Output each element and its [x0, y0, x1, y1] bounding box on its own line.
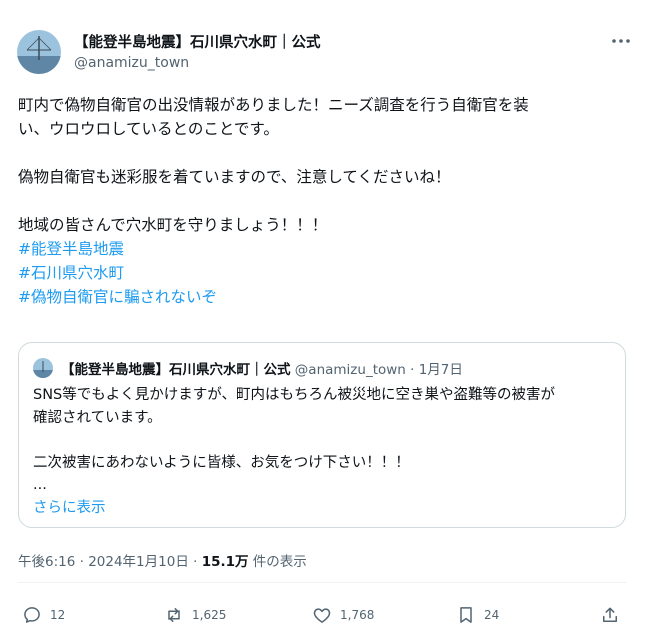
quote-author-name[interactable]: 【能登半島地震】石川県穴水町｜公式: [61, 362, 291, 378]
more-options-icon[interactable]: [609, 33, 633, 47]
quote-line: SNS等でもよく見かけますが、町内はもちろん被災地に空き巣や盗難等の被害が: [33, 387, 555, 403]
bookmark-button[interactable]: 24: [456, 604, 499, 626]
quote-avatar[interactable]: [33, 358, 53, 378]
quoted-tweet[interactable]: 【能登半島地震】石川県穴水町｜公式 @anamizu_town · 1月7日 S…: [18, 342, 626, 528]
views-suffix: 件の表示: [248, 554, 307, 570]
reply-icon: [24, 607, 40, 623]
reply-count: 12: [50, 608, 66, 622]
retweet-count: 1,625: [192, 608, 227, 622]
tweet-timestamp: 午後6:16 · 2024年1月10日 · 15.1万 件の表示: [18, 550, 307, 570]
avatar-image: [17, 30, 61, 74]
hashtag-link[interactable]: #偽物自衛官に騙されないぞ: [18, 285, 633, 309]
quote-meta: @anamizu_town · 1月7日: [294, 362, 463, 378]
avatar[interactable]: [17, 30, 61, 74]
share-button[interactable]: [600, 604, 620, 626]
quote-text: SNS等でもよく見かけますが、町内はもちろん被災地に空き巣や盗難等の被害が 確認…: [33, 384, 618, 497]
show-more-link[interactable]: さらに表示: [33, 496, 106, 517]
tweet-line: 地域の皆さんで穴水町を守りましょう！！！: [18, 216, 328, 234]
tweet-line: 偽物自衛官も迷彩服を着ていますので、注意してくださいね！: [18, 168, 451, 186]
bookmark-count: 24: [484, 608, 500, 622]
heart-icon: [313, 608, 331, 623]
author-handle[interactable]: @anamizu_town: [74, 55, 189, 71]
tweet-text: 町内で偽物自衛官の出没情報がありました！ニーズ調査を行う自衛官を装 い、ウロウロ…: [18, 93, 633, 309]
quote-line: 二次被害にあわないように皆様、お気をつけ下さい！！！: [33, 454, 410, 471]
tweet-line: い、ウロウロしているとのことです。: [18, 120, 279, 138]
hashtag-link[interactable]: #能登半島地震: [18, 237, 633, 261]
reply-button[interactable]: 12: [22, 604, 65, 626]
hashtag-link[interactable]: #石川県穴水町: [18, 261, 633, 285]
view-count: 15.1万: [201, 554, 249, 570]
author-name[interactable]: 【能登半島地震】石川県穴水町｜公式: [74, 31, 321, 52]
quote-avatar-image: [33, 358, 53, 378]
share-icon: [603, 607, 617, 622]
tweet-line: 町内で偽物自衛官の出没情報がありました！ニーズ調査を行う自衛官を装: [18, 96, 529, 114]
like-button[interactable]: 1,768: [312, 604, 374, 626]
quote-line: 確認されています。: [33, 409, 162, 426]
like-count: 1,768: [340, 608, 375, 622]
quote-line: ...: [33, 477, 47, 493]
quote-header: 【能登半島地震】石川県穴水町｜公式 @anamizu_town · 1月7日: [61, 358, 463, 378]
bookmark-icon: [460, 607, 472, 623]
retweet-button[interactable]: 1,625: [164, 604, 226, 626]
retweet-icon: [168, 608, 180, 622]
divider: [18, 582, 627, 583]
time-date[interactable]: 午後6:16 · 2024年1月10日 ·: [18, 554, 202, 570]
